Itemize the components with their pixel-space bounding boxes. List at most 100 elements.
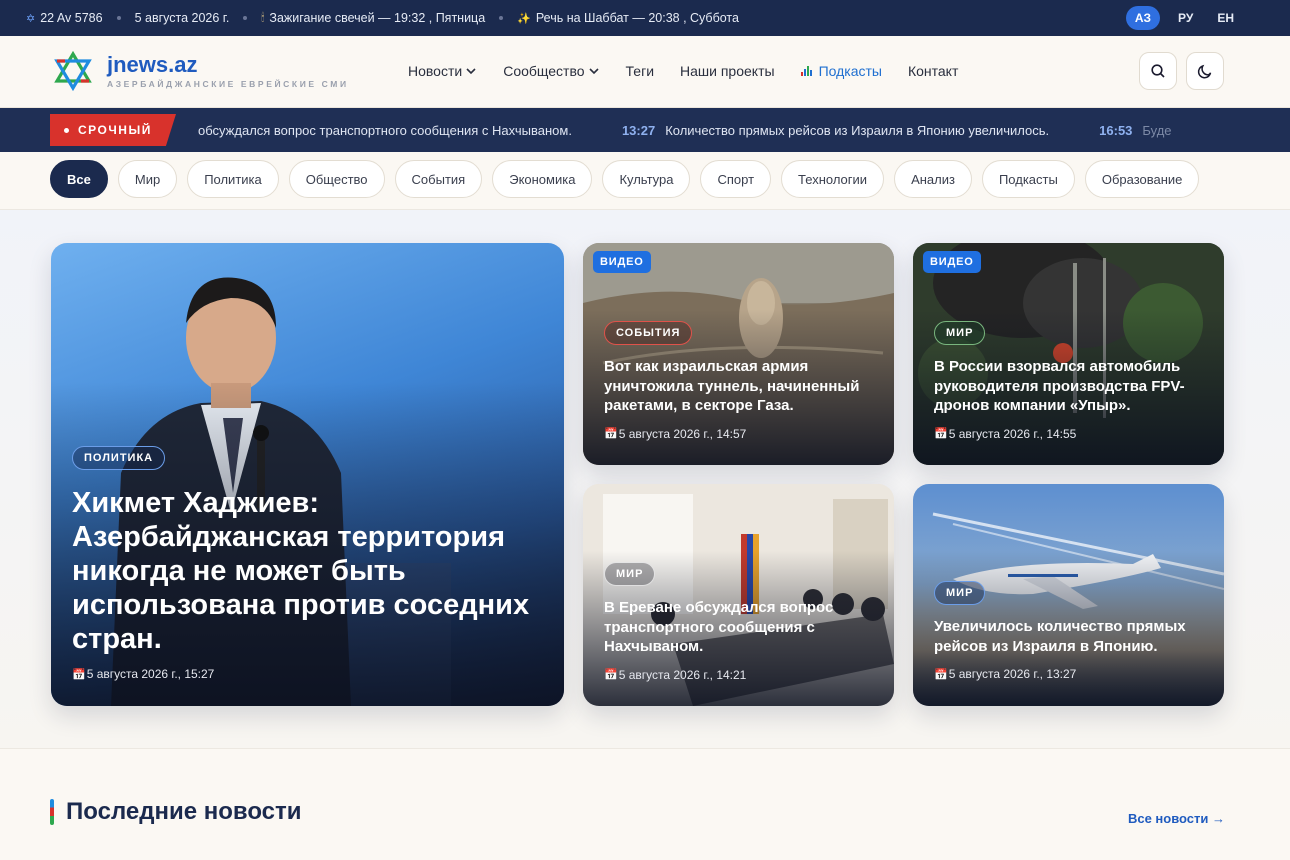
- category-chip-podcasts[interactable]: Подкасты: [981, 160, 1075, 198]
- card-content: МИР В Ереване обсуждался вопрос транспор…: [604, 562, 876, 682]
- hero-title[interactable]: Хикмет Хаджиев: Азербайджанская территор…: [72, 486, 546, 656]
- latest-news-title: Последние новости: [66, 798, 302, 825]
- nav-news[interactable]: Новости: [408, 63, 477, 79]
- category-chip-economy[interactable]: Экономика: [492, 160, 593, 198]
- lang-az[interactable]: АЗ: [1125, 6, 1161, 30]
- category-chip-culture[interactable]: Культура: [602, 160, 691, 198]
- top-info-bar: ✡ 22 Av 5786 5 августа 2026 г. 🕯 Зажиган…: [0, 0, 1290, 36]
- card-date-text: 5 августа 2026 г., 14:21: [618, 667, 747, 682]
- card-title[interactable]: В России взорвался автомобиль руководите…: [934, 357, 1206, 416]
- category-chip-education[interactable]: Образование: [1084, 160, 1200, 198]
- shabbat-end: ✨ Речь на Шаббат — 20:38 , Суббота: [517, 11, 739, 25]
- calendar-icon: 📅: [604, 669, 618, 681]
- calendar-icon: 📅: [934, 668, 948, 681]
- breaking-label: СРОЧНЫЙ: [78, 123, 152, 137]
- ticker-time: 13:27: [621, 122, 656, 138]
- card-content: МИР Увеличилось количество прямых рейсов…: [934, 581, 1206, 681]
- calendar-icon: 📅: [604, 428, 618, 440]
- podcast-bars-icon: [800, 66, 812, 76]
- hero-content: ПОЛИТИКА Хикмет Хаджиев: Азербайджанская…: [72, 446, 546, 681]
- nav-tags-label: Теги: [625, 63, 655, 79]
- nav-contact[interactable]: Контакт: [908, 63, 958, 79]
- nav-community[interactable]: Сообщество: [503, 63, 599, 79]
- brand-tagline: АЗЕРБАЙДЖАНСКИЕ ЕВРЕЙСКИЕ СМИ: [107, 78, 349, 89]
- category-chip-analysis[interactable]: Анализ: [894, 160, 972, 198]
- card-date-text: 5 августа 2026 г., 13:27: [948, 667, 1077, 681]
- chevron-down-icon: [466, 68, 476, 75]
- language-switcher: АЗ РУ ЕН: [1125, 6, 1240, 30]
- category-chip-technology[interactable]: Технологии: [781, 160, 885, 198]
- nav-contact-label: Контакт: [907, 63, 959, 79]
- nav-projects[interactable]: Наши проекты: [680, 63, 775, 79]
- article-card[interactable]: ВИДЕО СОБЫТИЯ Вот как израильская армия …: [583, 243, 894, 465]
- category-chip-world[interactable]: Мир: [117, 160, 178, 198]
- nav-tags[interactable]: Теги: [626, 63, 654, 79]
- calendar-icon: 📅: [72, 668, 86, 681]
- ticker-item[interactable]: Количество прямых рейсов из Израиля в Яп…: [665, 123, 1049, 138]
- ticker-item[interactable]: обсуждался вопрос транспортного сообщени…: [198, 123, 572, 138]
- sparkle-icon: ✨: [517, 12, 531, 25]
- divider-dot: [499, 16, 504, 20]
- card-date: 📅 5 августа 2026 г., 14:21: [604, 668, 876, 682]
- ticker-item[interactable]: Буде: [1142, 123, 1171, 138]
- all-news-link[interactable]: Все новости →: [1128, 811, 1225, 826]
- category-chip-politics[interactable]: Политика: [187, 160, 279, 198]
- hebrew-date-text: 22 Av 5786: [40, 11, 103, 25]
- candle-lighting: 🕯 Зажигание свечей — 19:32 , Пятница: [261, 11, 485, 25]
- card-date: 📅 5 августа 2026 г., 14:55: [934, 427, 1206, 441]
- category-chip-society[interactable]: Общество: [288, 160, 385, 198]
- search-button[interactable]: [1139, 52, 1177, 90]
- lang-ru[interactable]: РУ: [1172, 7, 1199, 29]
- card-category-badge[interactable]: МИР: [604, 562, 656, 586]
- hero-date-text: 5 августа 2026 г., 15:27: [86, 667, 215, 681]
- live-dot-icon: [64, 127, 69, 133]
- hero-article-card[interactable]: ПОЛИТИКА Хикмет Хаджиев: Азербайджанская…: [51, 243, 564, 706]
- card-category-badge[interactable]: СОБЫТИЯ: [604, 321, 693, 345]
- breaking-news-ticker: СРОЧНЫЙ обсуждался вопрос транспортного …: [0, 108, 1290, 152]
- card-date: 📅 5 августа 2026 г., 14:57: [604, 427, 876, 441]
- divider-dot: [116, 16, 121, 20]
- site-header: jnews.az АЗЕРБАЙДЖАНСКИЕ ЕВРЕЙСКИЕ СМИ Н…: [0, 36, 1290, 108]
- candle-lighting-text: Зажигание свечей — 19:32 , Пятница: [269, 11, 486, 25]
- card-date: 📅 5 августа 2026 г., 13:27: [934, 667, 1206, 681]
- nav-podcasts[interactable]: Подкасты: [800, 63, 882, 79]
- category-filter: Все Мир Политика Общество События Эконом…: [50, 160, 1200, 198]
- site-logo[interactable]: jnews.az АЗЕРБАЙДЖАНСКИЕ ЕВРЕЙСКИЕ СМИ: [53, 51, 349, 91]
- dark-mode-toggle[interactable]: [1186, 52, 1224, 90]
- lang-en[interactable]: ЕН: [1211, 7, 1240, 29]
- card-title[interactable]: Вот как израильская армия уничтожила тун…: [604, 357, 876, 416]
- article-card[interactable]: ВИДЕО МИР В России взорвался автомобиль …: [913, 243, 1224, 465]
- star-of-david-icon: ✡: [26, 12, 36, 25]
- flag-bar-icon: [50, 799, 54, 825]
- candle-icon: 🕯: [261, 11, 265, 24]
- hero-category-badge[interactable]: ПОЛИТИКА: [72, 446, 166, 470]
- category-chip-sport[interactable]: Спорт: [700, 160, 772, 198]
- card-content: СОБЫТИЯ Вот как израильская армия уничто…: [604, 321, 876, 441]
- shabbat-end-text: Речь на Шаббат — 20:38 , Суббота: [535, 11, 739, 25]
- main-nav: Новости Сообщество Теги Наши проекты Под…: [408, 63, 958, 79]
- star-of-david-logo-icon: [54, 51, 92, 91]
- card-category-badge[interactable]: МИР: [934, 321, 986, 345]
- article-card[interactable]: МИР Увеличилось количество прямых рейсов…: [913, 484, 1224, 706]
- breaking-badge: СРОЧНЫЙ: [50, 114, 176, 146]
- gregorian-date: 5 августа 2026 г.: [134, 11, 230, 25]
- hebrew-date: ✡ 22 Av 5786: [26, 11, 103, 25]
- calendar-icon: 📅: [934, 428, 948, 440]
- ticker-track: обсуждался вопрос транспортного сообщени…: [198, 108, 1222, 152]
- search-icon: [1151, 64, 1165, 78]
- brand-name: jnews.az: [107, 51, 198, 77]
- video-badge: ВИДЕО: [923, 251, 981, 273]
- card-title[interactable]: В Ереване обсуждался вопрос транспортног…: [604, 598, 876, 657]
- category-chip-all[interactable]: Все: [50, 160, 108, 198]
- category-chip-events[interactable]: События: [394, 160, 483, 198]
- ticker-time: 16:53: [1099, 122, 1133, 138]
- nav-community-label: Сообщество: [503, 63, 585, 79]
- card-content: МИР В России взорвался автомобиль руково…: [934, 321, 1206, 441]
- card-category-badge[interactable]: МИР: [934, 581, 986, 605]
- card-title[interactable]: Увеличилось количество прямых рейсов из …: [934, 617, 1206, 656]
- chevron-down-icon: [588, 68, 599, 75]
- card-date-text: 5 августа 2026 г., 14:57: [618, 426, 747, 441]
- nav-projects-label: Наши проекты: [680, 63, 775, 79]
- article-card[interactable]: МИР В Ереване обсуждался вопрос транспор…: [583, 484, 894, 706]
- card-date-text: 5 августа 2026 г., 14:55: [948, 426, 1077, 441]
